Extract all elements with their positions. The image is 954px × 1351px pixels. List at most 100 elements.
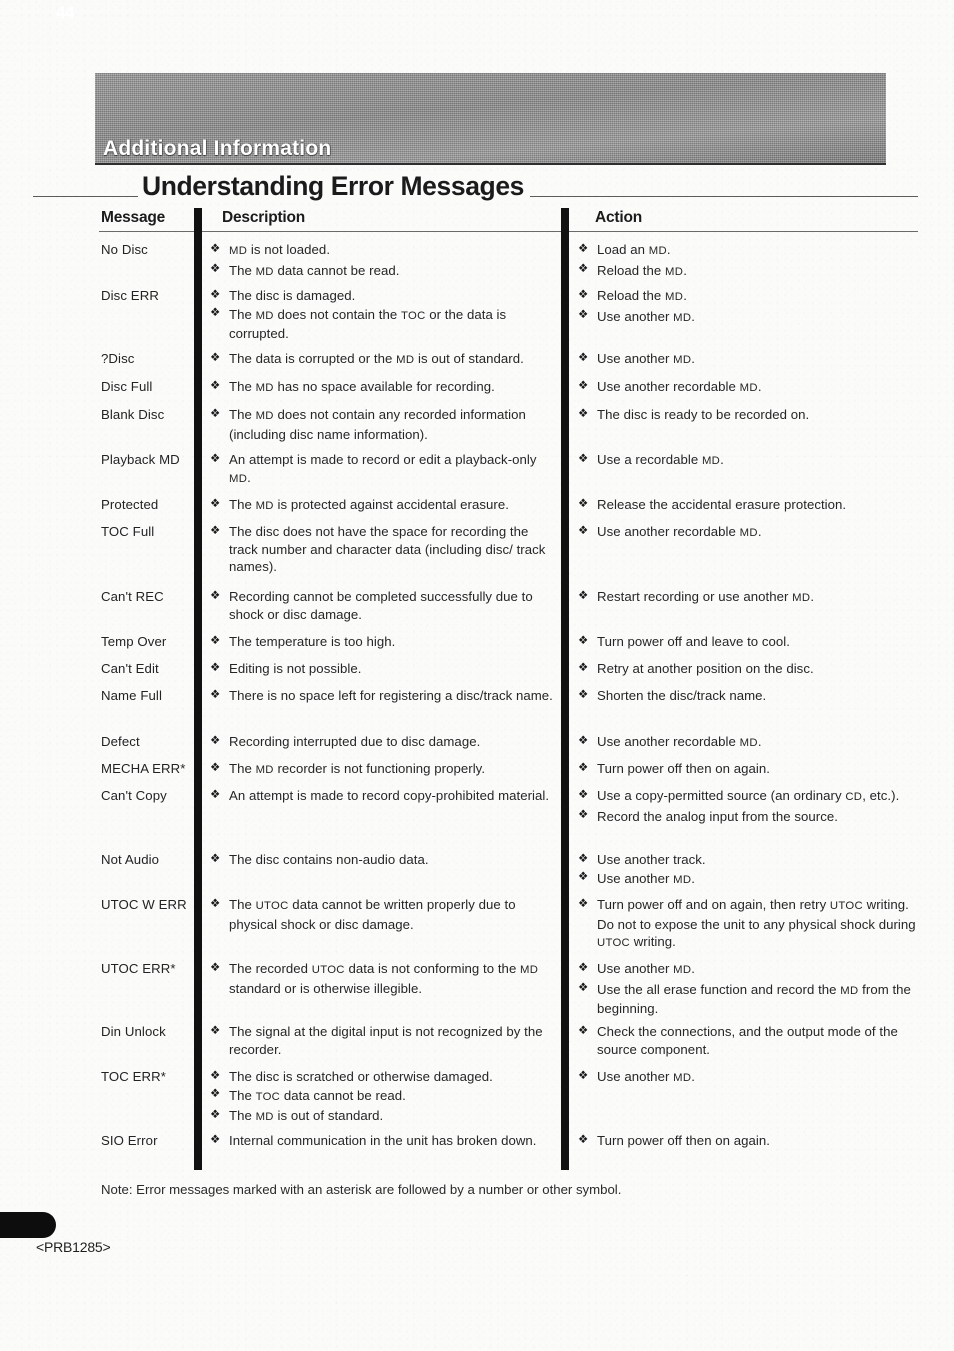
cell-message: Can't REC <box>101 589 164 604</box>
bullet-diamond-icon: ❖ <box>578 761 589 774</box>
cell-action: ❖ Use another MD. ❖ Use the all erase funct… <box>578 960 926 1019</box>
bullet-diamond-icon: ❖ <box>578 524 589 537</box>
column-header-message: Message <box>101 209 166 226</box>
bullet-list: ❖ Turn power off and leave to cool. <box>578 633 926 651</box>
bullet-text: The signal at the digital input is not r… <box>229 1024 543 1057</box>
bullet-list: ❖ Use a recordable MD. <box>578 451 926 471</box>
cell-description: ❖ The recorded UTOC data is not conformin… <box>210 960 558 998</box>
bullet-diamond-icon: ❖ <box>578 288 589 301</box>
bullet-list: ❖ The UTOC data cannot be written properl… <box>210 896 558 933</box>
bullet-diamond-icon: ❖ <box>210 1133 221 1146</box>
bullet-diamond-icon: ❖ <box>210 852 221 865</box>
bullet-text: Use another MD. <box>597 961 695 976</box>
cell-message: TOC Full <box>101 524 155 539</box>
bullet-diamond-icon: ❖ <box>210 407 221 420</box>
bullet-item: ❖ Use another recordable MD. <box>578 733 926 753</box>
bullet-item: ❖ Release the accidental erasure protecti… <box>578 496 926 514</box>
bullet-text: The MD does not contain the TOC or the d… <box>229 306 507 342</box>
bullet-diamond-icon: ❖ <box>578 263 589 276</box>
bullet-list: ❖ Turn power off then on again. <box>578 1132 926 1150</box>
cell-description: ❖ The temperature is too high. <box>210 633 558 652</box>
bullet-item: ❖ Recording cannot be completed successfu… <box>210 588 558 623</box>
bullet-item: ❖ The signal at the digital input is not … <box>210 1023 558 1058</box>
bullet-text: Turn power off then on again. <box>597 761 771 776</box>
bullet-item: ❖ The MD recorder is not functioning prop… <box>210 760 558 780</box>
bullet-list: ❖ Load an MD. ❖ Reload the MD. <box>578 241 926 281</box>
cell-message: Disc Full <box>101 379 153 394</box>
bullet-text: Reload the MD. <box>597 288 687 303</box>
bullet-diamond-icon: ❖ <box>210 351 221 364</box>
bullet-list: ❖ An attempt is made to record or edit a … <box>210 451 558 488</box>
bullet-text: Shorten the disc/track name. <box>597 688 767 703</box>
cell-message: Protected <box>101 497 159 512</box>
bullet-item: ❖ Use the all erase function and record t… <box>578 981 926 1018</box>
bullet-item: ❖ Internal communication in the unit has … <box>210 1132 558 1150</box>
cell-action: ❖ Use another track. ❖ Use another MD. <box>578 851 926 890</box>
bullet-diamond-icon: ❖ <box>210 661 221 674</box>
bullet-diamond-icon: ❖ <box>578 589 589 602</box>
bullet-item: ❖ The MD does not contain any recorded in… <box>210 406 558 443</box>
bullet-diamond-icon: ❖ <box>210 263 221 276</box>
bullet-diamond-icon: ❖ <box>210 242 221 255</box>
bullet-text: Internal communication in the unit has b… <box>229 1133 537 1148</box>
cell-description: ❖ Editing is not possible. <box>210 660 558 679</box>
bullet-item: ❖ Use a copy-permitted source (an ordinar… <box>578 787 926 807</box>
bullet-text: MD is not loaded. <box>229 242 331 257</box>
bullet-item: ❖ Check the connections, and the output m… <box>578 1023 926 1058</box>
bullet-text: Load an MD. <box>597 242 671 257</box>
bullet-text: Recording interrupted due to disc damage… <box>229 734 481 749</box>
table-note: Note: Error messages marked with an aste… <box>101 1182 622 1197</box>
bullet-list: ❖ Shorten the disc/track name. <box>578 687 926 705</box>
bullet-item: ❖ The TOC data cannot be read. <box>210 1087 558 1107</box>
cell-action: ❖ Check the connections, and the output m… <box>578 1023 926 1059</box>
section-banner: Additional Information <box>95 73 886 163</box>
bullet-diamond-icon: ❖ <box>578 809 589 822</box>
bullet-diamond-icon: ❖ <box>578 242 589 255</box>
bullet-text: The data is corrupted or the MD is out o… <box>229 351 524 366</box>
bullet-list: ❖ Check the connections, and the output m… <box>578 1023 926 1058</box>
bullet-item: ❖ The temperature is too high. <box>210 633 558 651</box>
bullet-item: ❖ MD is not loaded. <box>210 241 558 261</box>
bullet-item: ❖ The MD does not contain the TOC or the … <box>210 306 558 343</box>
bullet-diamond-icon: ❖ <box>578 309 589 322</box>
bullet-item: ❖ The disc is damaged. <box>210 287 558 305</box>
bullet-list: ❖ Recording cannot be completed successfu… <box>210 588 558 623</box>
bullet-diamond-icon: ❖ <box>578 1024 589 1037</box>
bullet-diamond-icon: ❖ <box>210 688 221 701</box>
bullet-list: ❖ The disc is ready to be recorded on. <box>578 406 926 424</box>
bullet-diamond-icon: ❖ <box>578 897 589 910</box>
bullet-text: Reload the MD. <box>597 262 687 278</box>
column-header-action: Action <box>595 209 643 226</box>
bullet-diamond-icon: ❖ <box>210 734 221 747</box>
bullet-diamond-icon: ❖ <box>578 871 589 884</box>
bullet-list: ❖ Use another recordable MD. <box>578 733 926 753</box>
bullet-text: The MD has no space available for record… <box>229 379 495 394</box>
bullet-diamond-icon: ❖ <box>210 589 221 602</box>
bullet-item: ❖ Reload the MD. <box>578 287 926 307</box>
bullet-text: Turn power off and leave to cool. <box>597 634 790 649</box>
bullet-diamond-icon: ❖ <box>578 788 589 801</box>
bullet-text: Use another MD. <box>597 870 695 886</box>
bullet-item: ❖ The data is corrupted or the MD is out … <box>210 350 558 370</box>
bullet-list: ❖ Reload the MD. ❖ Use another MD. <box>578 287 926 327</box>
cell-message: ?Disc <box>101 351 135 366</box>
bullet-diamond-icon: ❖ <box>210 307 221 320</box>
bullet-list: ❖ MD is not loaded. ❖ The MD data cannot be… <box>210 241 558 281</box>
bullet-diamond-icon: ❖ <box>210 788 221 801</box>
bullet-text: Record the analog input from the source. <box>597 808 838 824</box>
bullet-text: The TOC data cannot be read. <box>229 1087 406 1103</box>
cell-action: ❖ Turn power off and leave to cool. <box>578 633 926 652</box>
bullet-diamond-icon: ❖ <box>578 452 589 465</box>
cell-description: ❖ The MD recorder is not functioning prop… <box>210 760 558 781</box>
bullet-text: Turn power off then on again. <box>597 1133 771 1148</box>
cell-action: ❖ Use another MD. <box>578 350 926 371</box>
bullet-item: ❖ Use another track. <box>578 851 926 869</box>
cell-action: ❖ Shorten the disc/track name. <box>578 687 926 706</box>
bullet-diamond-icon: ❖ <box>210 497 221 510</box>
bullet-item: ❖ Restart recording or use another MD. <box>578 588 926 608</box>
bullet-item: ❖ Retry at another position on the disc. <box>578 660 926 678</box>
cell-message: UTOC W ERR <box>101 897 187 912</box>
bullet-item: ❖ The UTOC data cannot be written properl… <box>210 896 558 933</box>
cell-description: ❖ The UTOC data cannot be written properl… <box>210 896 558 934</box>
page-title: Understanding Error Messages <box>138 171 530 202</box>
